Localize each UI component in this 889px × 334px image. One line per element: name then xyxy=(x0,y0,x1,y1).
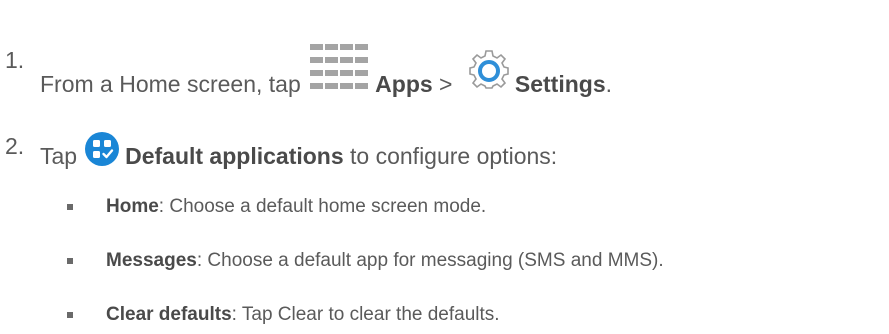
bullet-icon xyxy=(67,312,73,318)
settings-gear-icon xyxy=(469,50,509,90)
list-item: Messages: Choose a default app for messa… xyxy=(0,248,889,274)
option-description: : Tap Clear to clear the defaults. xyxy=(231,304,500,325)
step-1: 1. From a Home screen, tap Apps > Settin… xyxy=(0,44,889,97)
step-text: From a Home screen, tap Apps > Settings. xyxy=(40,44,612,98)
option-term: Messages xyxy=(106,250,197,271)
step-text: Tap Default applications to configure op… xyxy=(40,132,557,170)
option-term: Clear defaults xyxy=(106,304,232,325)
default-applications-icon xyxy=(85,132,120,166)
default-applications-label: Default applications xyxy=(125,143,344,169)
step-text-before: Tap xyxy=(40,143,78,169)
step-2: 2. Tap Default applications to configure… xyxy=(0,132,889,169)
step-number: 1. xyxy=(5,47,25,73)
step-text-after: to configure options: xyxy=(343,143,558,169)
bullet-icon xyxy=(67,258,73,264)
apps-label: Apps xyxy=(375,71,433,97)
step-end: . xyxy=(605,71,612,97)
option-description: : Choose a default app for messaging (SM… xyxy=(196,250,664,271)
step-text-before: From a Home screen, tap xyxy=(40,71,301,97)
apps-grid-icon xyxy=(310,44,370,94)
option-description: : Choose a default home screen mode. xyxy=(158,196,487,217)
settings-label: Settings xyxy=(514,71,606,97)
option-term: Home xyxy=(106,196,159,217)
list-item-text: Messages: Choose a default app for messa… xyxy=(106,248,664,274)
step-number: 2. xyxy=(5,133,25,159)
list-item: Clear defaults: Tap Clear to clear the d… xyxy=(0,302,889,328)
list-item: Home: Choose a default home screen mode. xyxy=(0,194,889,220)
separator: > xyxy=(432,71,459,97)
list-item-text: Home: Choose a default home screen mode. xyxy=(106,194,486,220)
bullet-icon xyxy=(67,204,73,210)
list-item-text: Clear defaults: Tap Clear to clear the d… xyxy=(106,302,500,328)
